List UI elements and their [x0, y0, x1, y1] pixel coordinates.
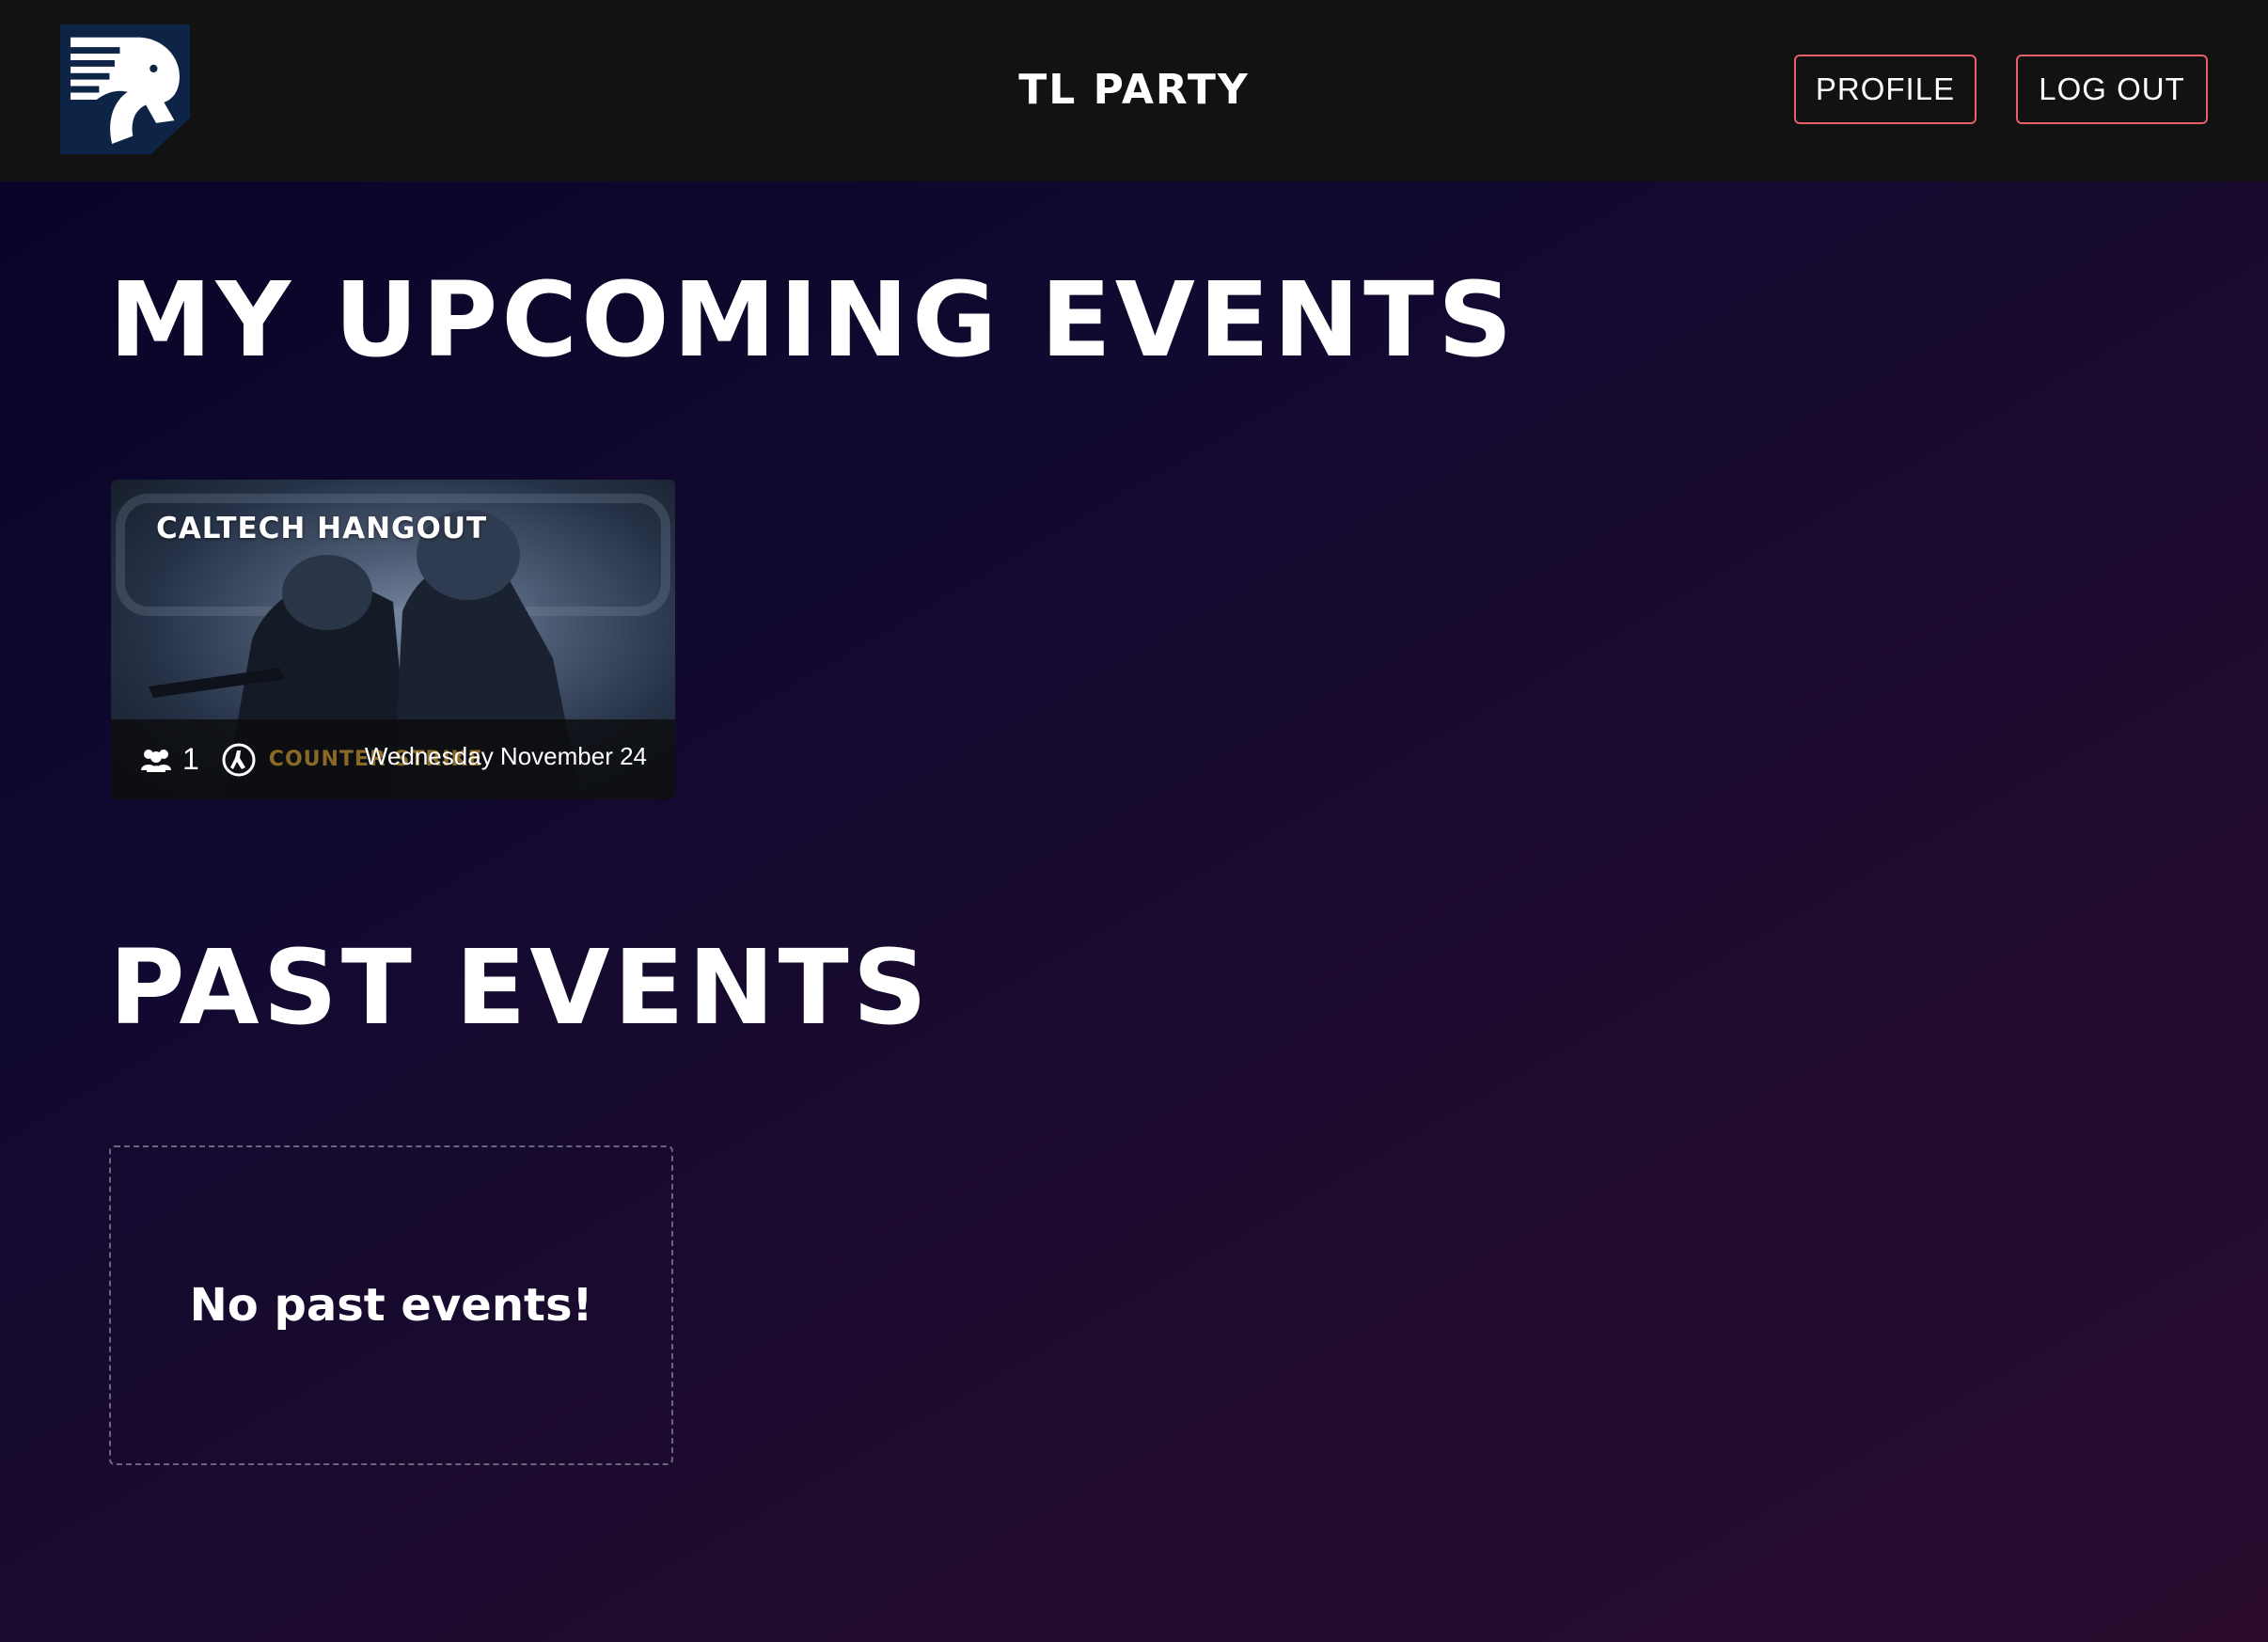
empty-state-message: No past events!: [189, 1279, 593, 1332]
upcoming-events-heading: MY UPCOMING EVENTS: [109, 260, 1517, 380]
attendee-count: 1: [182, 742, 199, 776]
event-card-footer: 1 COUNTER STRIKE Wednesday November 24: [111, 719, 675, 799]
event-date: Wednesday November 24: [364, 742, 647, 770]
event-card[interactable]: CALTECH HANGOUT 1 COUNTER STRIKE Wednesd…: [111, 480, 675, 799]
event-title: CALTECH HANGOUT: [156, 512, 488, 545]
top-navbar: TL PARTY PROFILE LOG OUT: [0, 0, 2268, 182]
people-icon: [141, 749, 171, 772]
past-events-heading: PAST EVENTS: [109, 927, 931, 1048]
logout-button[interactable]: LOG OUT: [2016, 55, 2208, 124]
past-events-empty-state: No past events!: [109, 1145, 673, 1465]
profile-button[interactable]: PROFILE: [1794, 55, 1977, 124]
counter-strike-icon: [222, 743, 256, 776]
